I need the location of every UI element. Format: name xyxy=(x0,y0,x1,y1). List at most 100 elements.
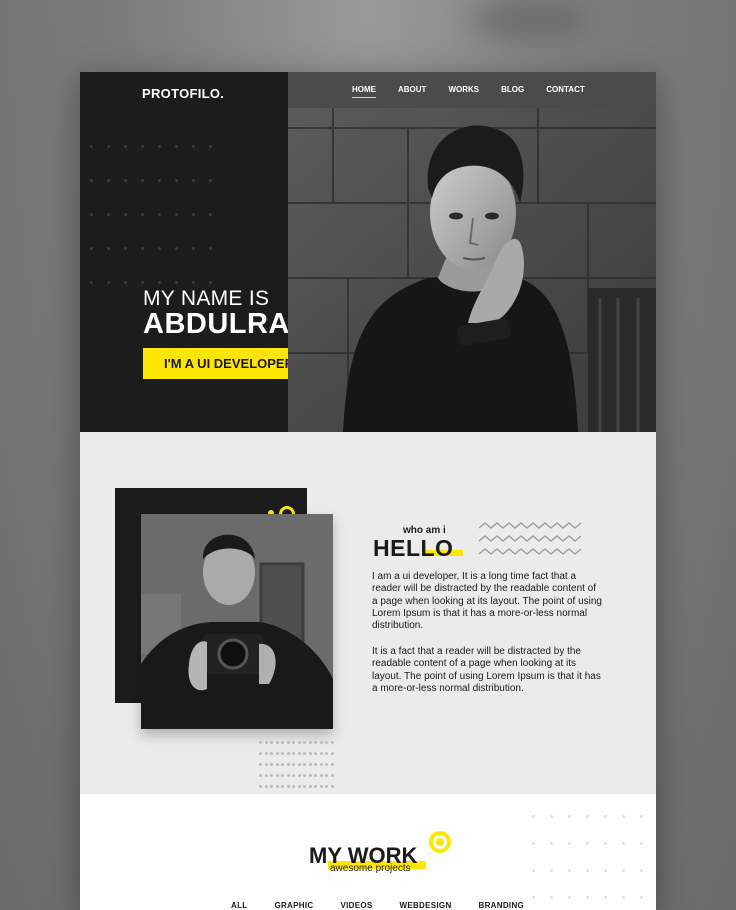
dot xyxy=(308,785,312,788)
dot xyxy=(209,179,212,182)
dot xyxy=(259,785,262,788)
hero-portrait-photo xyxy=(288,108,656,432)
dot xyxy=(209,145,212,148)
dot xyxy=(314,774,317,777)
dot xyxy=(107,281,110,284)
dot xyxy=(308,763,312,766)
dot xyxy=(281,752,284,755)
filter-webdesign[interactable]: WEBDESIGN xyxy=(399,901,451,910)
dot xyxy=(281,785,284,788)
dot xyxy=(330,752,334,755)
hero-portrait-illustration xyxy=(288,108,656,432)
work-dot-pattern xyxy=(532,815,643,899)
dot xyxy=(90,145,93,148)
dot xyxy=(314,752,317,755)
dot xyxy=(319,741,323,744)
dot xyxy=(124,213,127,216)
dot xyxy=(270,741,273,744)
nav-about[interactable]: ABOUT xyxy=(398,85,426,98)
dot xyxy=(532,842,535,845)
dot xyxy=(281,774,284,777)
work-section: MY WORK awesome projects ALL GRAPHIC VID… xyxy=(80,794,656,910)
dot xyxy=(622,842,625,845)
hero-section: PROTOFILO. MY NAME IS ABDULRAHMAN I'M A … xyxy=(80,72,656,432)
dot xyxy=(286,741,290,744)
top-nav-bar: HOME ABOUT WORKS BLOG CONTACT xyxy=(288,72,656,108)
dot xyxy=(107,179,110,182)
dot xyxy=(141,247,144,250)
dot xyxy=(124,247,127,250)
dot xyxy=(264,741,268,744)
filter-all[interactable]: ALL xyxy=(231,901,247,910)
dot xyxy=(319,763,323,766)
dot xyxy=(330,763,334,766)
dot xyxy=(275,763,279,766)
filter-videos[interactable]: VIDEOS xyxy=(340,901,372,910)
dot xyxy=(550,842,553,845)
filter-graphic[interactable]: GRAPHIC xyxy=(274,901,313,910)
dot xyxy=(141,281,144,284)
dot xyxy=(622,896,625,899)
about-heading: HELLO xyxy=(373,535,454,561)
dot xyxy=(141,145,144,148)
dot xyxy=(330,774,334,777)
dot xyxy=(303,763,306,766)
dot xyxy=(192,145,195,148)
dot xyxy=(281,763,284,766)
dot xyxy=(107,145,110,148)
dot xyxy=(568,842,571,845)
dot xyxy=(124,179,127,182)
nav-blog[interactable]: BLOG xyxy=(501,85,524,98)
dot xyxy=(209,247,212,250)
dot xyxy=(275,785,279,788)
dot xyxy=(158,247,161,250)
dot xyxy=(292,785,295,788)
about-section: who am i HELLO I am a ui developer, It i… xyxy=(80,432,656,799)
nav-works[interactable]: WORKS xyxy=(448,85,479,98)
filter-branding[interactable]: BRANDING xyxy=(479,901,525,910)
dot xyxy=(550,815,553,818)
dot xyxy=(175,247,178,250)
dot xyxy=(586,896,589,899)
dot xyxy=(297,785,301,788)
work-subtitle: awesome projects xyxy=(330,863,411,874)
dot xyxy=(297,752,301,755)
dot xyxy=(90,179,93,182)
dot xyxy=(319,774,323,777)
dot xyxy=(604,869,607,872)
site-logo[interactable]: PROTOFILO. xyxy=(142,86,224,101)
dot xyxy=(264,752,268,755)
dot xyxy=(325,785,328,788)
dot xyxy=(604,815,607,818)
dot xyxy=(286,763,290,766)
dot xyxy=(640,815,643,818)
dot xyxy=(107,213,110,216)
dot xyxy=(297,763,301,766)
dot xyxy=(259,752,262,755)
dot xyxy=(622,815,625,818)
work-filters: ALL GRAPHIC VIDEOS WEBDESIGN BRANDING xyxy=(231,901,524,910)
dot xyxy=(640,869,643,872)
dot xyxy=(124,145,127,148)
dot xyxy=(325,741,328,744)
dot xyxy=(209,213,212,216)
dot xyxy=(275,752,279,755)
dot xyxy=(141,179,144,182)
dot xyxy=(292,763,295,766)
dot xyxy=(270,785,273,788)
nav-home[interactable]: HOME xyxy=(352,85,376,98)
nav-contact[interactable]: CONTACT xyxy=(546,85,585,98)
dot xyxy=(158,179,161,182)
dot xyxy=(286,785,290,788)
dot xyxy=(90,213,93,216)
dot xyxy=(90,247,93,250)
dot xyxy=(330,741,334,744)
dot xyxy=(532,896,535,899)
dot xyxy=(303,752,306,755)
dot xyxy=(286,774,290,777)
dot xyxy=(550,869,553,872)
main-nav: HOME ABOUT WORKS BLOG CONTACT xyxy=(352,85,585,98)
work-accent-dot xyxy=(436,838,444,846)
dot xyxy=(192,213,195,216)
dot xyxy=(158,145,161,148)
